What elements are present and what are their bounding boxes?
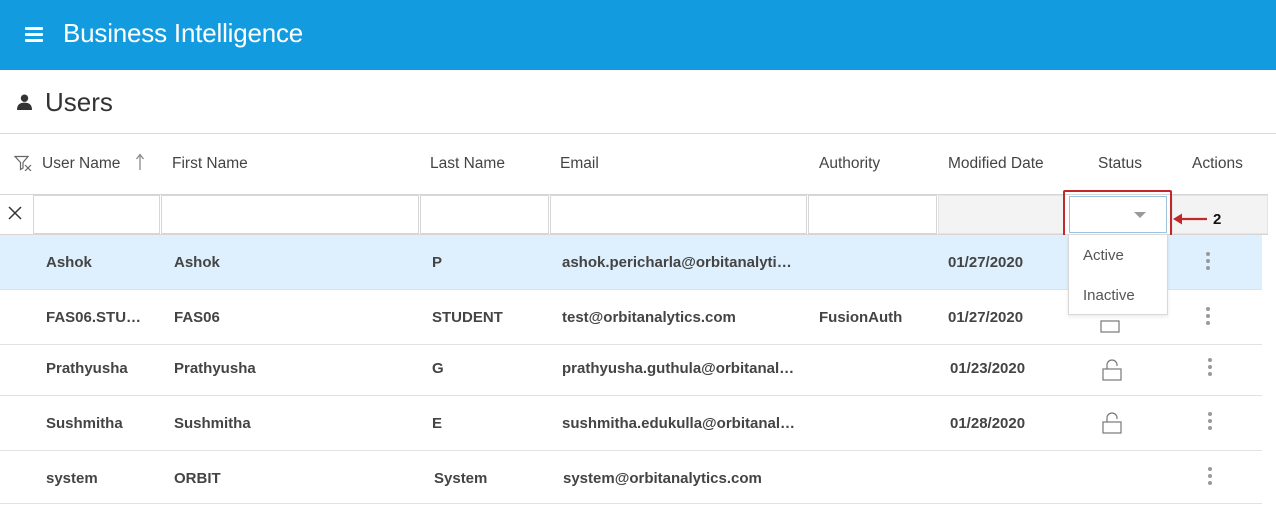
table-row[interactable]: Prathyusha Prathyusha G prathyusha.guthu… <box>0 345 1262 396</box>
user-name-cell: Sushmitha <box>46 415 123 432</box>
page-header: Users <box>0 70 1276 134</box>
column-header-authority[interactable]: Authority <box>819 155 880 173</box>
modified-date-cell: 01/23/2020 <box>950 360 1026 377</box>
email-cell: system@orbitanalytics.com <box>563 470 762 487</box>
email-cell: sushmitha.edukulla@orbitanal… <box>562 415 795 432</box>
user-icon <box>17 94 32 110</box>
modified-date-cell: 01/28/2020 <box>950 415 1026 432</box>
app-header: Business Intelligence <box>0 0 1276 70</box>
user-name-cell: Ashok <box>46 254 92 271</box>
email-cell: ashok.pericharla@orbitanalyti… <box>562 254 792 271</box>
user-name-cell: system <box>46 470 98 487</box>
first-name-filter-input[interactable] <box>161 195 419 234</box>
modified-date-cell: 01/27/2020 <box>948 309 1024 326</box>
last-name-cell: STUDENT <box>432 309 503 326</box>
row-actions-kebab-icon[interactable] <box>1205 307 1211 325</box>
annotation-step-label: 2 <box>1213 211 1222 228</box>
user-name-filter-input[interactable] <box>33 195 160 234</box>
row-actions-kebab-icon[interactable] <box>1207 358 1213 376</box>
unlock-icon[interactable] <box>1102 412 1122 434</box>
first-name-cell: ORBIT <box>174 470 221 487</box>
dropdown-caret-icon <box>1134 212 1146 218</box>
status-dropdown-menu: Active Inactive <box>1068 234 1168 315</box>
row-actions-kebab-icon[interactable] <box>1207 412 1213 430</box>
last-name-filter-input[interactable] <box>420 195 549 234</box>
table-row[interactable]: system ORBIT System system@orbitanalytic… <box>0 451 1262 504</box>
column-header-email[interactable]: Email <box>560 155 599 173</box>
last-name-cell: P <box>432 254 443 271</box>
row-actions-kebab-icon[interactable] <box>1205 252 1211 270</box>
email-filter-input[interactable] <box>550 195 807 234</box>
user-name-cell: Prathyusha <box>46 360 128 377</box>
first-name-cell: Prathyusha <box>174 360 256 377</box>
first-name-cell: Ashok <box>174 254 220 271</box>
authority-filter-input[interactable] <box>808 195 937 234</box>
last-name-cell: G <box>432 360 444 377</box>
user-name-cell: FAS06.STU… <box>46 309 142 326</box>
page-title: Users <box>45 87 113 117</box>
status-option-active[interactable]: Active <box>1083 247 1124 264</box>
last-name-cell: E <box>432 415 443 432</box>
hamburger-menu-icon[interactable] <box>25 27 43 42</box>
modified-date-cell: 01/27/2020 <box>948 254 1024 271</box>
annotation-arrow-icon <box>1173 213 1207 225</box>
column-header-first-name[interactable]: First Name <box>172 155 248 173</box>
unlock-icon[interactable] <box>1102 359 1122 381</box>
table-row[interactable]: Sushmitha Sushmitha E sushmitha.edukulla… <box>0 396 1262 451</box>
clear-filters-icon[interactable] <box>7 205 23 221</box>
column-header-modified-date[interactable]: Modified Date <box>948 155 1044 173</box>
column-header-status[interactable]: Status <box>1098 155 1142 173</box>
status-filter-select[interactable] <box>1069 196 1167 233</box>
status-option-inactive[interactable]: Inactive <box>1083 287 1135 304</box>
authority-cell: FusionAuth <box>819 309 903 326</box>
app-title: Business Intelligence <box>63 18 304 48</box>
email-cell: test@orbitanalytics.com <box>562 309 736 326</box>
modified-date-filter <box>938 195 1064 234</box>
first-name-cell: Sushmitha <box>174 415 251 432</box>
column-header-last-name[interactable]: Last Name <box>430 155 505 173</box>
last-name-cell: System <box>434 470 488 487</box>
sort-ascending-icon[interactable] <box>135 153 145 171</box>
filter-toggle-icon[interactable] <box>14 155 32 171</box>
column-header-user-name[interactable]: User Name <box>42 155 120 173</box>
email-cell: prathyusha.guthula@orbitanal… <box>562 360 795 377</box>
first-name-cell: FAS06 <box>174 309 220 326</box>
row-actions-kebab-icon[interactable] <box>1207 467 1213 485</box>
column-header-actions: Actions <box>1192 155 1243 172</box>
